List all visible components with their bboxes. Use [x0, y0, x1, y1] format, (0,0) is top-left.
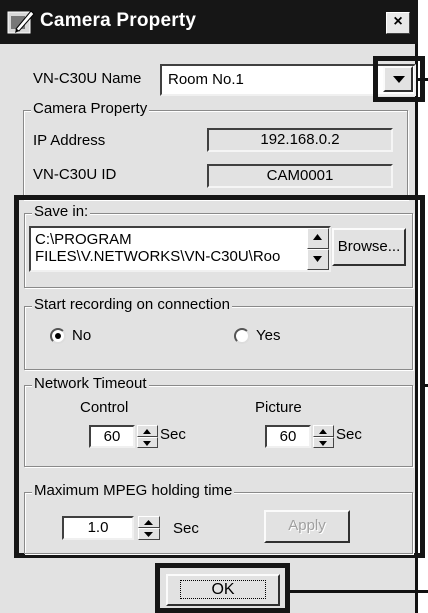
triangle-up-icon: [144, 520, 153, 525]
apply-button[interactable]: Apply: [264, 510, 350, 543]
control-unit-label: Sec: [160, 426, 186, 443]
control-spin-down[interactable]: [137, 436, 158, 448]
mpeg-holding-value: 1.0: [87, 519, 109, 536]
save-path-scrollbar[interactable]: [307, 228, 329, 270]
camera-name-value: Room No.1: [168, 71, 244, 88]
ok-button-label: OK: [180, 580, 266, 599]
mpeg-holding-input[interactable]: 1.0: [62, 516, 134, 540]
save-path-field[interactable]: C:\PROGRAM FILES\V.NETWORKS\VN-C30U\Roo: [29, 226, 331, 272]
close-icon: ×: [393, 13, 403, 30]
radio-no[interactable]: [50, 328, 66, 344]
callout-line-ok: [290, 590, 428, 593]
control-timeout-value: 60: [103, 428, 121, 445]
camera-pen-icon: [7, 9, 35, 35]
triangle-up-icon: [319, 429, 327, 434]
mpeg-holding-group-title: Maximum MPEG holding time: [32, 482, 235, 499]
camera-id-value: CAM0001: [207, 164, 393, 188]
control-label: Control: [80, 399, 129, 416]
picture-spinner[interactable]: [313, 425, 334, 448]
picture-unit-label: Sec: [336, 426, 362, 443]
mpeg-unit-label: Sec: [173, 520, 199, 537]
scroll-up-button[interactable]: [307, 228, 329, 249]
ip-address-label: IP Address: [33, 132, 106, 149]
mpeg-spin-down[interactable]: [138, 528, 160, 540]
picture-timeout-input[interactable]: 60: [265, 425, 311, 448]
save-path-line1: C:\PROGRAM: [35, 231, 132, 248]
control-spinner[interactable]: [137, 425, 158, 448]
triangle-down-icon: [143, 440, 151, 446]
mpeg-spinner[interactable]: [138, 516, 160, 540]
radio-no-label[interactable]: No: [72, 327, 91, 344]
callout-line-dropdown: [416, 78, 428, 81]
mpeg-spin-up[interactable]: [138, 516, 160, 528]
radio-yes[interactable]: [234, 328, 250, 344]
picture-spin-down[interactable]: [313, 436, 334, 448]
save-in-group-title: Save in:: [32, 203, 91, 220]
control-timeout-input[interactable]: 60: [89, 425, 135, 448]
browse-button[interactable]: Browse...: [332, 228, 406, 266]
picture-label: Picture: [255, 399, 302, 416]
ip-address-value: 192.168.0.2: [207, 128, 393, 152]
triangle-down-icon: [313, 256, 322, 262]
close-button[interactable]: ×: [386, 12, 410, 34]
camera-property-group-title: Camera Property: [31, 100, 150, 117]
camera-id-label: VN-C30U ID: [33, 166, 117, 183]
triangle-down-icon: [393, 76, 405, 83]
triangle-up-icon: [313, 234, 322, 240]
picture-timeout-value: 60: [279, 428, 297, 445]
scroll-down-button[interactable]: [307, 249, 329, 270]
radio-selected-dot: [55, 333, 61, 339]
save-path-line2: FILES\V.NETWORKS\VN-C30U\Roo: [35, 248, 281, 265]
name-label: VN-C30U Name: [33, 70, 142, 87]
ok-button[interactable]: OK: [166, 574, 280, 606]
dropdown-button[interactable]: [383, 66, 413, 92]
radio-yes-label[interactable]: Yes: [256, 327, 280, 344]
triangle-up-icon: [143, 429, 151, 434]
start-recording-group-title: Start recording on connection: [32, 296, 232, 313]
callout-line-settings: [424, 384, 428, 387]
control-spin-up[interactable]: [137, 425, 158, 437]
network-timeout-group-title: Network Timeout: [32, 375, 149, 392]
triangle-down-icon: [319, 440, 327, 446]
picture-spin-up[interactable]: [313, 425, 334, 437]
triangle-down-icon: [144, 532, 153, 537]
window-title: Camera Property: [40, 10, 197, 31]
